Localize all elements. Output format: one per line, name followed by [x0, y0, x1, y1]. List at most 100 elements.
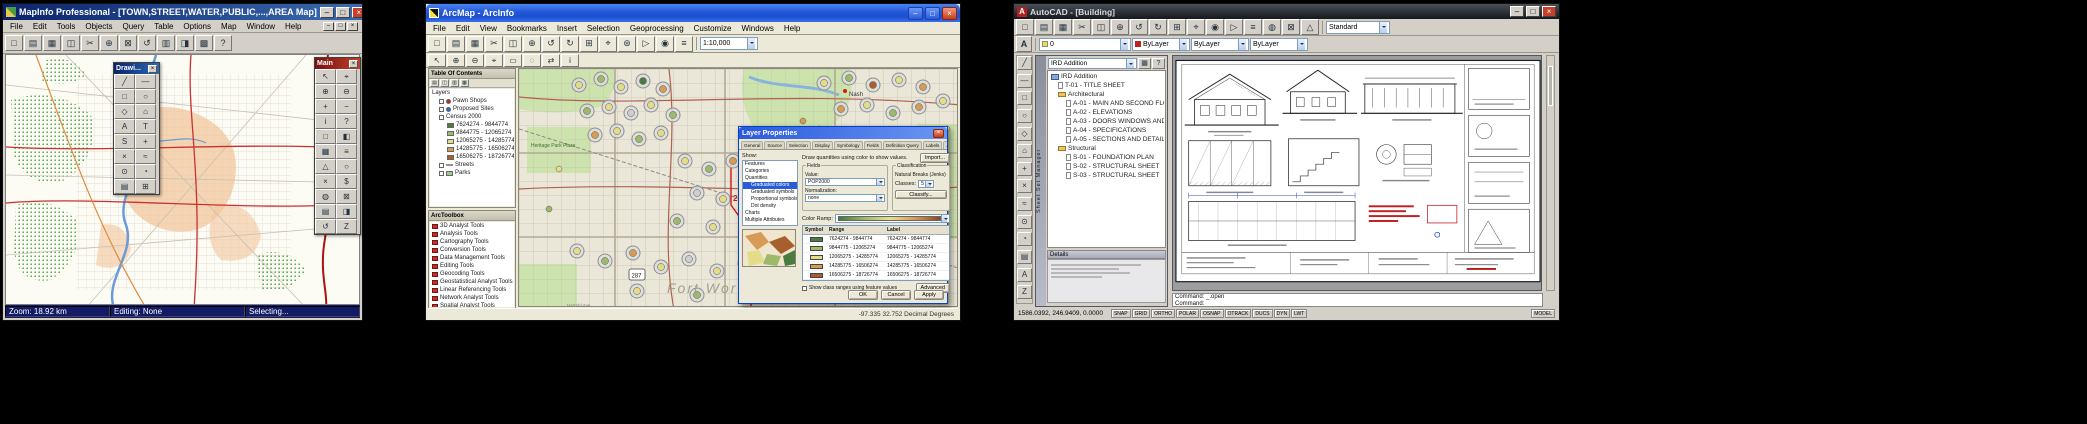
drawing-tool-button[interactable]: ◇ [114, 104, 135, 119]
sheet-row[interactable]: A-02 - ELEVATIONS [1049, 108, 1164, 117]
scrollbar-thumb[interactable] [1548, 66, 1553, 106]
dialog-titlebar[interactable]: Layer Properties × [739, 127, 947, 139]
show-list-item[interactable]: Proportional symbols [743, 196, 797, 203]
sheet-row[interactable]: S-02 - STRUCTURAL SHEET [1049, 162, 1164, 171]
symbology-row[interactable]: 9844775 - 12065274 9844775 - 12065274 [803, 244, 949, 253]
toolbar-button[interactable]: ▤ [24, 35, 42, 51]
menu-item[interactable]: Windows [736, 24, 778, 33]
chevron-down-icon[interactable] [1179, 39, 1187, 50]
nav-tool-button[interactable]: ⊕ [447, 54, 465, 67]
toolbar-button[interactable]: ✂ [1073, 19, 1091, 35]
column-header[interactable]: Symbol [803, 226, 829, 234]
toc-layer-row[interactable]: Proposed Sites [430, 105, 514, 113]
maximize-button[interactable]: □ [925, 7, 940, 20]
layer-checkbox[interactable] [439, 99, 444, 104]
toc-layer-row[interactable]: 12065275 - 14285774 [430, 137, 514, 145]
close-icon[interactable]: × [148, 65, 157, 73]
class-label[interactable]: 14285775 - 16506274 [887, 263, 949, 269]
draw-tool-button[interactable]: ▤ [1017, 250, 1032, 264]
nav-tool-button[interactable]: ◌ [523, 54, 541, 67]
main-tool-button[interactable]: ⌖ [336, 69, 357, 84]
menu-item[interactable]: Help [779, 24, 805, 33]
toolbar-button[interactable]: ▦ [466, 36, 484, 52]
toc-header[interactable]: Table Of Contents [429, 69, 515, 79]
draw-tool-button[interactable]: ◇ [1017, 127, 1032, 141]
layer-checkbox[interactable] [439, 115, 444, 120]
sheet-row[interactable]: A-05 - SECTIONS AND DETAILS [1049, 135, 1164, 144]
drawing-tool-button[interactable]: ⌂ [135, 104, 156, 119]
maximize-button[interactable]: □ [336, 7, 350, 18]
toc-view-button[interactable]: ◫ [440, 79, 449, 87]
dialog-tab[interactable]: Labels [923, 141, 943, 149]
show-list-item[interactable]: Categories [743, 168, 797, 175]
sheet-row[interactable]: T-01 - TITLE SHEET [1049, 81, 1164, 90]
main-tool-button[interactable]: − [336, 99, 357, 114]
ok-button[interactable]: OK [848, 290, 878, 300]
menu-item[interactable]: View [475, 24, 502, 33]
toolbar-button[interactable]: ◫ [62, 35, 80, 51]
toolbox-item[interactable]: Geostatistical Analyst Tools [430, 278, 514, 286]
menu-item[interactable]: Window [242, 22, 280, 31]
menu-item[interactable]: Options [178, 22, 216, 31]
autocad-drawing-area[interactable] [1172, 55, 1542, 291]
draw-tool-button[interactable]: ≈ [1017, 197, 1032, 211]
toolbox-item[interactable]: 3D Analyst Tools [430, 222, 514, 230]
draw-tool-button[interactable]: ◔ [1017, 232, 1032, 246]
mapinfo-map-view[interactable] [5, 54, 360, 305]
toolbar-button[interactable]: ◍ [1263, 19, 1281, 35]
main-tool-button[interactable]: ◧ [336, 129, 357, 144]
draw-tool-button[interactable]: □ [1017, 91, 1032, 105]
menu-item[interactable]: Selection [582, 24, 625, 33]
status-toggle-button[interactable]: LWT [1291, 309, 1307, 318]
toolbar-button[interactable]: ▥ [157, 35, 175, 51]
color-combobox[interactable]: ByLayer [1132, 38, 1190, 51]
draw-tool-button[interactable]: ⌂ [1017, 144, 1032, 158]
main-tool-button[interactable]: ◨ [336, 204, 357, 219]
chevron-down-icon[interactable] [1379, 22, 1387, 33]
close-icon[interactable]: × [349, 60, 358, 68]
apply-button[interactable]: Apply [914, 290, 944, 300]
editing-status[interactable]: Editing: None [110, 306, 245, 317]
mdi-restore-button[interactable]: □ [335, 22, 346, 31]
drawing-tool-button[interactable]: S [114, 134, 135, 149]
drawing-tool-button[interactable]: A [114, 119, 135, 134]
minimize-button[interactable]: – [908, 7, 923, 20]
toolbar-button[interactable]: ▦ [43, 35, 61, 51]
drawing-tool-button[interactable]: × [114, 149, 135, 164]
mapinfo-titlebar[interactable]: MapInfo Professional - [TOWN,STREET,WATE… [3, 4, 362, 20]
toolbar-button[interactable]: ? [214, 35, 232, 51]
toolbar-button[interactable]: ⊞ [1168, 19, 1186, 35]
class-color-swatch[interactable] [810, 246, 823, 251]
toolbar-button[interactable]: ◉ [656, 36, 674, 52]
status-toggle-button[interactable]: ORTHO [1151, 309, 1175, 318]
sheet-row[interactable]: A-04 - SPECIFICATIONS [1049, 126, 1164, 135]
menu-item[interactable]: Insert [552, 24, 582, 33]
main-tool-button[interactable]: Z [336, 219, 357, 234]
toolbar-button[interactable]: ▷ [637, 36, 655, 52]
toolbar-button[interactable]: ↻ [561, 36, 579, 52]
menu-item[interactable]: Tools [52, 22, 81, 31]
main-tool-button[interactable]: ⊠ [336, 189, 357, 204]
show-list-item[interactable]: Graduated colors [743, 182, 797, 189]
toolbar-button[interactable]: ⊕ [100, 35, 118, 51]
symbology-row[interactable]: 14285775 - 16506274 14285775 - 16506274 [803, 262, 949, 271]
sheet-set-combobox[interactable]: IRD Addition [1048, 58, 1137, 69]
vertical-scrollbar[interactable] [1546, 55, 1555, 291]
drawing-tool-button[interactable]: ≈ [135, 149, 156, 164]
menu-item[interactable]: Query [118, 22, 150, 31]
main-tool-button[interactable]: ⊕ [315, 84, 336, 99]
main-palette-titlebar[interactable]: Main × [315, 58, 360, 69]
toc-layer-row[interactable]: Census 2000 [430, 113, 514, 121]
zoom-status[interactable]: Zoom: 18.92 km [5, 306, 110, 317]
draw-tool-button[interactable]: A [1017, 268, 1032, 282]
draw-tool-button[interactable]: Z [1017, 285, 1032, 299]
symbology-row[interactable]: 7624274 - 9844774 7624274 - 9844774 [803, 235, 949, 244]
draw-tool-button[interactable]: × [1017, 179, 1032, 193]
draw-tool-button[interactable]: ○ [1017, 109, 1032, 123]
nav-tool-button[interactable]: ▭ [504, 54, 522, 67]
main-tool-button[interactable]: ▦ [315, 144, 336, 159]
show-list-item[interactable]: Features [743, 161, 797, 168]
toolbar-button[interactable]: ▷ [1225, 19, 1243, 35]
toolbar-button[interactable]: ↺ [138, 35, 156, 51]
status-toggle-button[interactable]: POLAR [1176, 309, 1199, 318]
